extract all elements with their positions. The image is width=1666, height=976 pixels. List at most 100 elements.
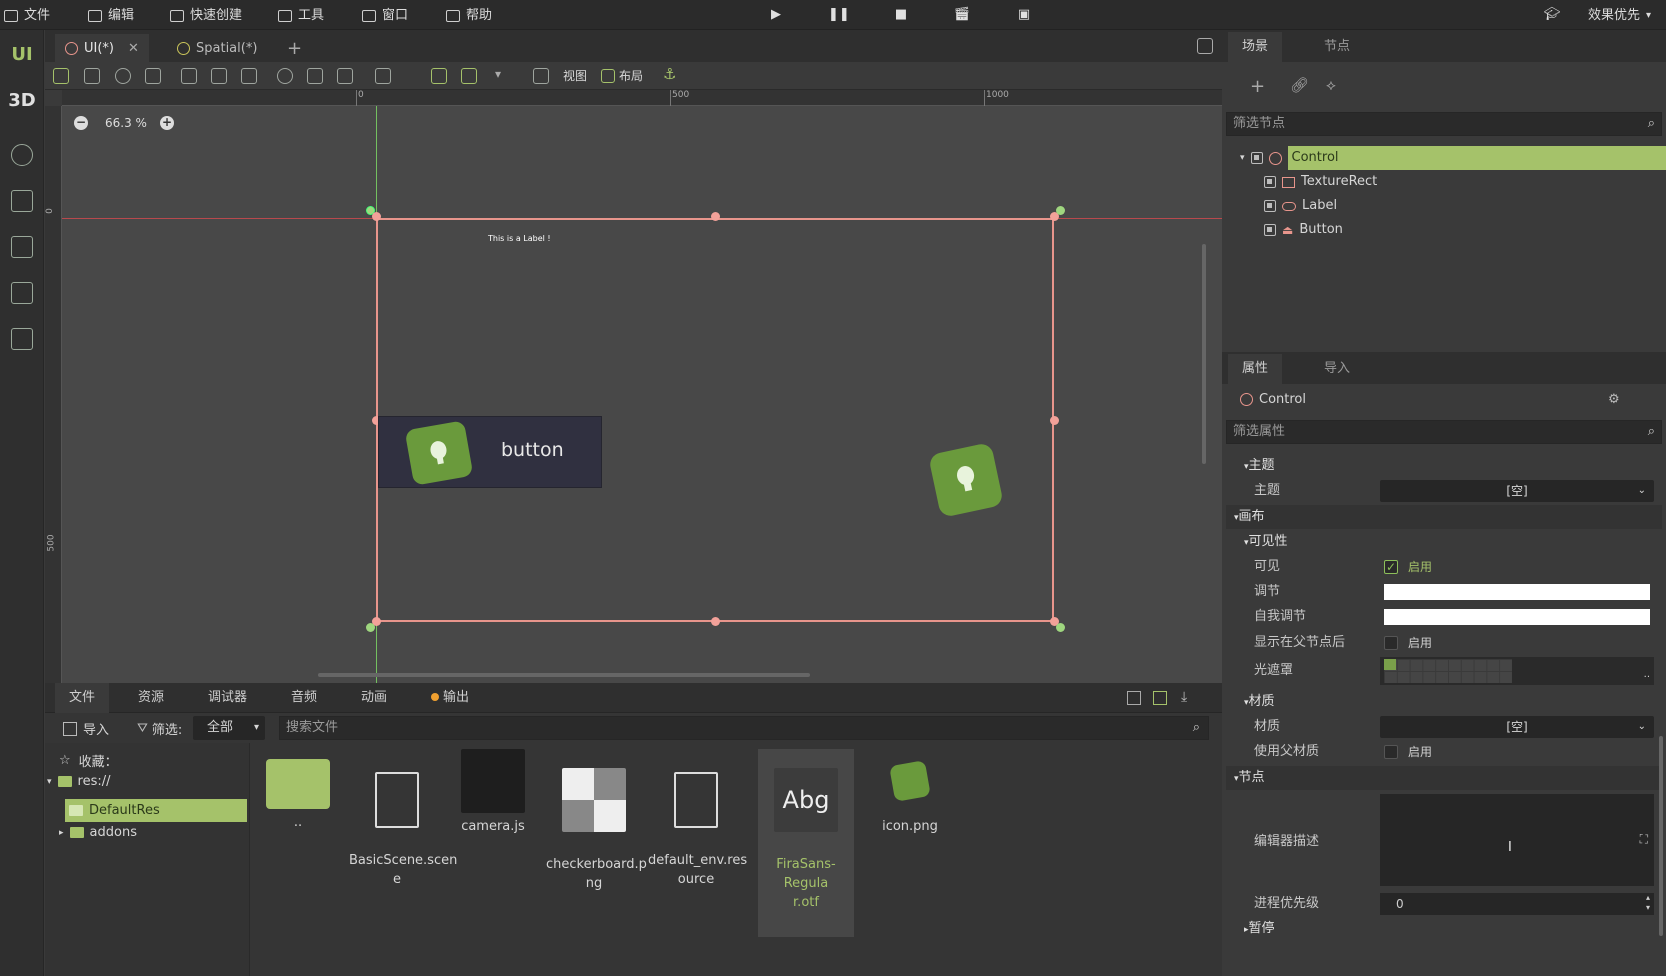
ruler-tool-icon[interactable]: [181, 68, 197, 84]
play-scene-icon[interactable]: 🎬︎: [952, 5, 972, 25]
fullscreen-icon[interactable]: [1197, 38, 1213, 54]
resize-handle-tl[interactable]: [372, 212, 381, 221]
anchor-handle-br[interactable]: [1056, 623, 1065, 632]
material-dropdown[interactable]: [空] ⌄: [1380, 716, 1654, 738]
viewport-hscrollbar[interactable]: [318, 673, 810, 677]
workspace-ui[interactable]: UI: [0, 44, 44, 65]
file-item-parent[interactable]: ..: [250, 749, 346, 832]
anchor-handle-tr[interactable]: [1056, 206, 1065, 215]
tab-resources[interactable]: 资源: [138, 683, 164, 713]
tree-row-texturerect[interactable]: TextureRect: [1264, 170, 1377, 194]
light-mask-grid[interactable]: ..: [1380, 657, 1654, 685]
visibility-icon[interactable]: [1264, 176, 1276, 188]
modulate-color-swatch[interactable]: [1384, 584, 1650, 600]
device-icon[interactable]: [11, 328, 33, 350]
expand-icon[interactable]: ⛶: [1640, 832, 1648, 847]
browser-icon[interactable]: [11, 236, 33, 258]
anchor-handle-bl[interactable]: [366, 623, 375, 632]
play-icon[interactable]: ▶: [766, 5, 786, 25]
resize-handle-bottom[interactable]: [711, 617, 720, 626]
tab-audio[interactable]: 音频: [291, 683, 317, 713]
list-select-icon[interactable]: [211, 68, 227, 84]
theme-dropdown[interactable]: [空] ⌄: [1380, 480, 1654, 502]
file-item-env[interactable]: default_env.res ource: [648, 749, 747, 908]
add-node-icon[interactable]: +: [1250, 76, 1265, 97]
inspector-scrollbar[interactable]: [1659, 736, 1663, 936]
tree-row-button[interactable]: ⏏︎ Button: [1264, 218, 1343, 242]
use-parent-checkbox[interactable]: [1384, 745, 1398, 759]
stop-icon[interactable]: ■: [891, 5, 911, 25]
section-material[interactable]: ▾材质: [1222, 690, 1666, 714]
graduation-cap-icon[interactable]: 🎓︎: [1542, 5, 1562, 25]
grid-snap-icon[interactable]: [461, 68, 477, 84]
render-mode-dropdown[interactable]: 效果优先 ▾: [1588, 0, 1651, 30]
section-pause[interactable]: ▸暂停: [1222, 917, 1666, 941]
lock-icon[interactable]: [241, 68, 257, 84]
menu-edit[interactable]: 编辑: [88, 0, 134, 30]
canvas-viewport[interactable]: − 66.3 % + This is a Label ! button: [62, 106, 1222, 683]
menu-window[interactable]: 窗口: [362, 0, 408, 30]
resize-handle-right[interactable]: [1050, 416, 1059, 425]
play-custom-scene-icon[interactable]: ▣: [1014, 5, 1034, 25]
section-theme[interactable]: ▾主题: [1222, 454, 1666, 478]
scale-tool-icon[interactable]: [145, 68, 161, 84]
ruler-l-icon[interactable]: [337, 68, 353, 84]
magnet-icon[interactable]: [431, 68, 447, 84]
pause-icon[interactable]: ❚❚: [828, 5, 850, 25]
section-canvas[interactable]: ▾画布: [1226, 505, 1662, 529]
tab-ui-scene[interactable]: UI(*) ✕: [55, 34, 149, 62]
curve-icon[interactable]: [11, 144, 33, 166]
ellipsis-icon[interactable]: ..: [1644, 663, 1650, 687]
rotate-tool-icon[interactable]: [115, 68, 131, 84]
snap-options-chevron-icon[interactable]: ▾: [495, 67, 501, 81]
viewport-vscrollbar[interactable]: [1202, 244, 1206, 464]
tab-filesystem[interactable]: 文件: [55, 683, 110, 713]
resize-handle-top[interactable]: [711, 212, 720, 221]
menu-help[interactable]: 帮助: [446, 0, 492, 30]
pivot-icon[interactable]: [277, 68, 293, 84]
filter-nodes-input[interactable]: 筛选节点 ⌕: [1226, 112, 1662, 136]
smart-snap-icon[interactable]: [375, 68, 391, 84]
tab-import[interactable]: 导入: [1310, 354, 1364, 384]
folder-defaultres[interactable]: DefaultRes: [65, 799, 247, 822]
tree-row-label[interactable]: Label: [1264, 194, 1337, 218]
filter-properties-input[interactable]: 筛选属性 ⌕: [1226, 420, 1662, 444]
section-visibility[interactable]: ▾可见性: [1222, 530, 1666, 554]
add-tab-button[interactable]: +: [277, 34, 312, 62]
section-node[interactable]: ▾节点: [1226, 766, 1662, 790]
export-icon[interactable]: [11, 282, 33, 304]
tab-scene[interactable]: 场景: [1228, 32, 1283, 62]
pan-hand-icon[interactable]: [307, 68, 323, 84]
link-icon[interactable]: 🔗︎: [1290, 76, 1309, 94]
show-behind-checkbox[interactable]: [1384, 636, 1398, 650]
workspace-3d[interactable]: 3D: [0, 90, 44, 111]
anchor-icon[interactable]: ⚓︎: [663, 65, 676, 83]
layout-menu[interactable]: 布局: [619, 67, 643, 84]
tab-animation[interactable]: 动画: [361, 683, 387, 713]
visible-checkbox[interactable]: [1384, 555, 1398, 579]
file-item-checkerboard[interactable]: checkerboard.p ng: [546, 749, 647, 912]
property-settings-icon[interactable]: ⚙︎: [1608, 392, 1620, 407]
zoom-level[interactable]: 66.3 %: [105, 116, 147, 130]
scene-instance-icon[interactable]: ⟡: [1326, 76, 1336, 94]
editor-description-textarea[interactable]: ⛶ I: [1380, 794, 1654, 886]
file-item-icon[interactable]: icon.png: [862, 749, 958, 836]
grid-view-icon[interactable]: [1153, 691, 1167, 705]
select-tool-icon[interactable]: [53, 68, 69, 84]
tab-spatial-scene[interactable]: Spatial(*): [167, 34, 267, 62]
list-view-icon[interactable]: [1127, 691, 1141, 705]
tab-output[interactable]: 输出: [431, 683, 469, 713]
visibility-icon[interactable]: [1250, 152, 1263, 164]
menu-file[interactable]: 文件: [4, 0, 50, 30]
close-icon[interactable]: ✕: [128, 41, 139, 56]
tree-row-control[interactable]: ▾ Control: [1240, 146, 1666, 170]
visibility-icon[interactable]: [1264, 200, 1276, 212]
store-icon[interactable]: [11, 190, 33, 212]
filter-dropdown[interactable]: 全部 ▾: [193, 716, 265, 740]
tab-node[interactable]: 节点: [1310, 32, 1364, 62]
zoom-out-icon[interactable]: −: [74, 116, 88, 130]
file-item-script[interactable]: camera.js: [445, 749, 541, 836]
folder-addons[interactable]: ▸ addons: [59, 825, 137, 840]
tab-debugger[interactable]: 调试器: [208, 683, 247, 713]
visibility-icon[interactable]: [1264, 224, 1276, 236]
